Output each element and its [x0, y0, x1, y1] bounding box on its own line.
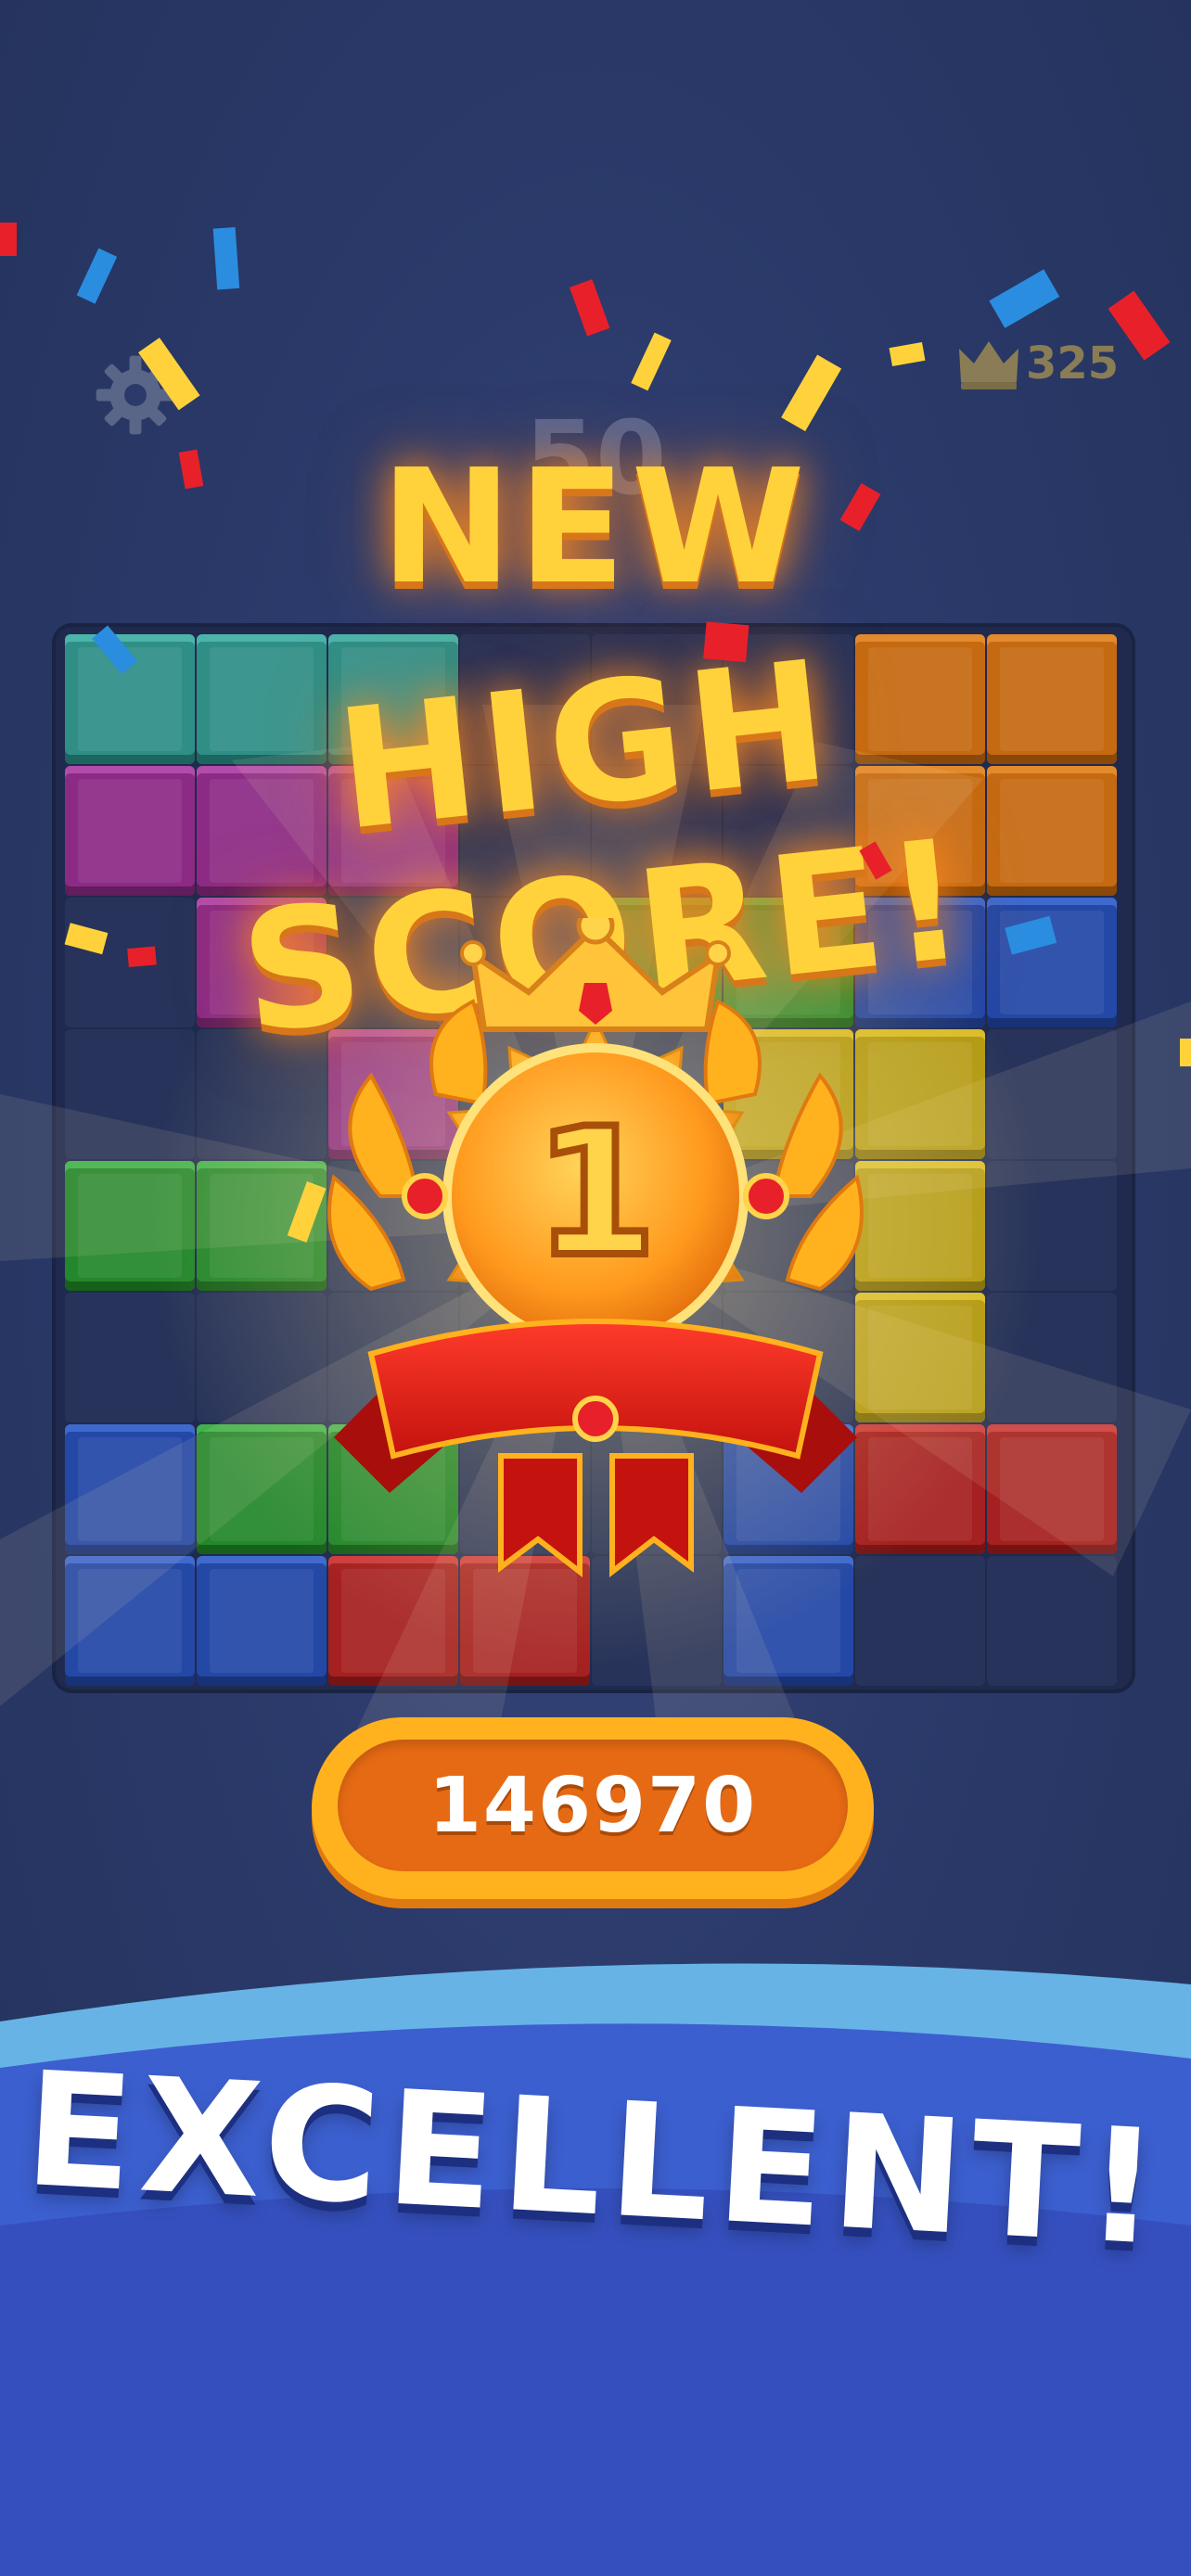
board-cell-empty [987, 1161, 1117, 1291]
block-blue [65, 1556, 195, 1686]
board-cell-empty [987, 1029, 1117, 1159]
game-screen: 325 50 NEW HIGH SCORE! [0, 0, 1191, 2576]
board-cell-empty [197, 1293, 327, 1422]
block-blue [197, 1556, 327, 1686]
board-cell-empty [987, 1293, 1117, 1422]
block-blue [65, 1424, 195, 1554]
best-score: 325 [955, 336, 1119, 391]
block-green [197, 1424, 327, 1554]
board-cell-empty [65, 1293, 195, 1422]
trophy-medal-icon: 1 [327, 918, 864, 1578]
block-red [987, 1424, 1117, 1554]
headline-new: NEW [380, 436, 811, 619]
final-score-badge: 146970 [312, 1717, 874, 1899]
block-green [65, 1161, 195, 1291]
final-score-value: 146970 [428, 1761, 758, 1850]
crown-icon [959, 341, 1018, 389]
best-score-value: 325 [1026, 338, 1120, 389]
rank-number: 1 [534, 1090, 657, 1295]
final-score-inner: 146970 [338, 1740, 848, 1871]
block-green [197, 1161, 327, 1291]
board-cell-empty [987, 1556, 1117, 1686]
